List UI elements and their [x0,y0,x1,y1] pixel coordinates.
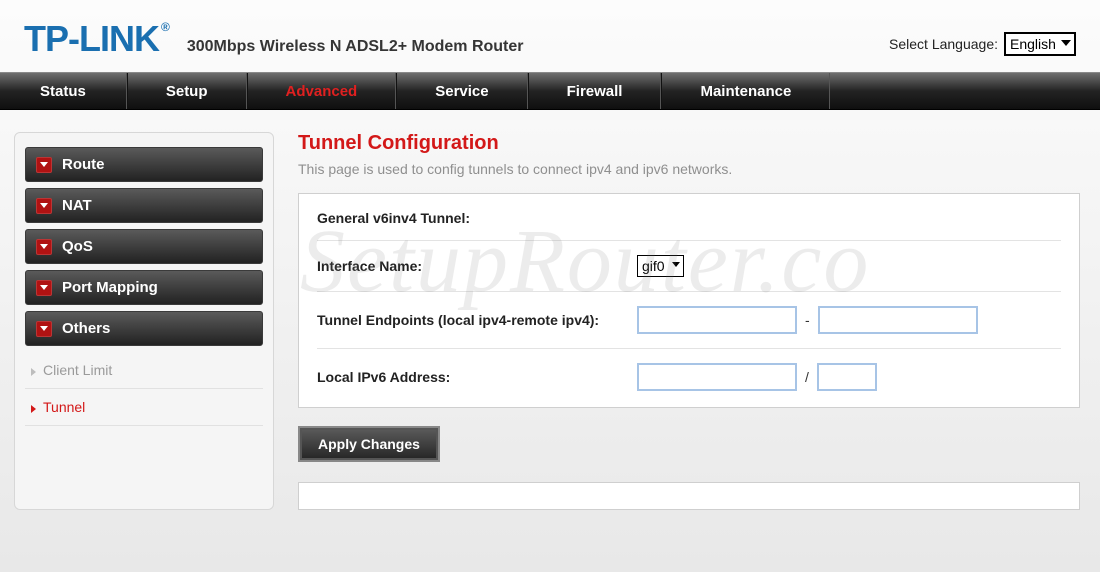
config-panel: General v6inv4 Tunnel: Interface Name: g… [298,193,1080,408]
top-nav: Status Setup Advanced Service Firewall M… [0,72,1100,110]
sidebar-item-label: NAT [62,197,92,214]
row-endpoints: Tunnel Endpoints (local ipv4-remote ipv4… [317,292,1061,349]
sidebar-item-label: Route [62,156,105,173]
sidebar-item-route[interactable]: Route [25,147,263,182]
sidebar-item-label: QoS [62,238,93,255]
language-label: Select Language: [889,36,998,52]
sidebar-item-others[interactable]: Others [25,311,263,346]
page-desc: This page is used to config tunnels to c… [298,161,1080,177]
ipv6-address-input[interactable] [637,363,797,391]
logo-reg: ® [161,20,169,34]
chevron-down-icon [36,239,52,255]
endpoint-local-input[interactable] [637,306,797,334]
ipv6-prefix-input[interactable] [817,363,877,391]
nav-firewall[interactable]: Firewall [528,73,662,109]
chevron-down-icon [36,280,52,296]
apply-changes-button[interactable]: Apply Changes [298,426,440,462]
sidebar-item-label: Others [62,320,110,337]
sidebar: Route NAT QoS Port Mapping Others Client… [14,132,274,510]
main: Tunnel Configuration This page is used t… [298,132,1086,510]
header: TP-LINK ® 300Mbps Wireless N ADSL2+ Mode… [0,0,1100,72]
language-select[interactable]: English [1004,32,1076,56]
nav-setup[interactable]: Setup [127,73,247,109]
endpoints-label: Tunnel Endpoints (local ipv4-remote ipv4… [317,312,637,328]
sidebar-item-qos[interactable]: QoS [25,229,263,264]
sidebar-item-label: Port Mapping [62,279,158,296]
page-title: Tunnel Configuration [298,132,1080,155]
sidebar-item-nat[interactable]: NAT [25,188,263,223]
lower-panel [298,482,1080,510]
logo: TP-LINK ® [24,18,169,60]
row-ipv6: Local IPv6 Address: / [317,349,1061,397]
chevron-down-icon [36,198,52,214]
chevron-down-icon [36,321,52,337]
chevron-down-icon [36,157,52,173]
content: Route NAT QoS Port Mapping Others Client… [0,110,1100,520]
section-label: General v6inv4 Tunnel: [317,210,637,226]
sidebar-sub-tunnel[interactable]: Tunnel [25,389,263,426]
nav-maintenance[interactable]: Maintenance [661,73,830,109]
endpoint-remote-input[interactable] [818,306,978,334]
row-interface: Interface Name: gif0 [317,241,1061,292]
nav-advanced[interactable]: Advanced [247,73,397,109]
apply-row: Apply Changes [298,426,1080,462]
interface-select[interactable]: gif0 [637,255,684,277]
sidebar-sub-client-limit[interactable]: Client Limit [25,352,263,389]
sidebar-item-port-mapping[interactable]: Port Mapping [25,270,263,305]
nav-service[interactable]: Service [396,73,527,109]
logo-text: TP-LINK [24,18,159,60]
nav-status[interactable]: Status [0,73,127,109]
ipv6-label: Local IPv6 Address: [317,369,637,385]
row-section: General v6inv4 Tunnel: [317,208,1061,241]
language-area: Select Language: English [889,32,1076,56]
interface-label: Interface Name: [317,258,637,274]
ipv6-slash: / [805,369,809,385]
product-subtitle: 300Mbps Wireless N ADSL2+ Modem Router [187,38,524,56]
endpoint-dash: - [805,312,810,328]
